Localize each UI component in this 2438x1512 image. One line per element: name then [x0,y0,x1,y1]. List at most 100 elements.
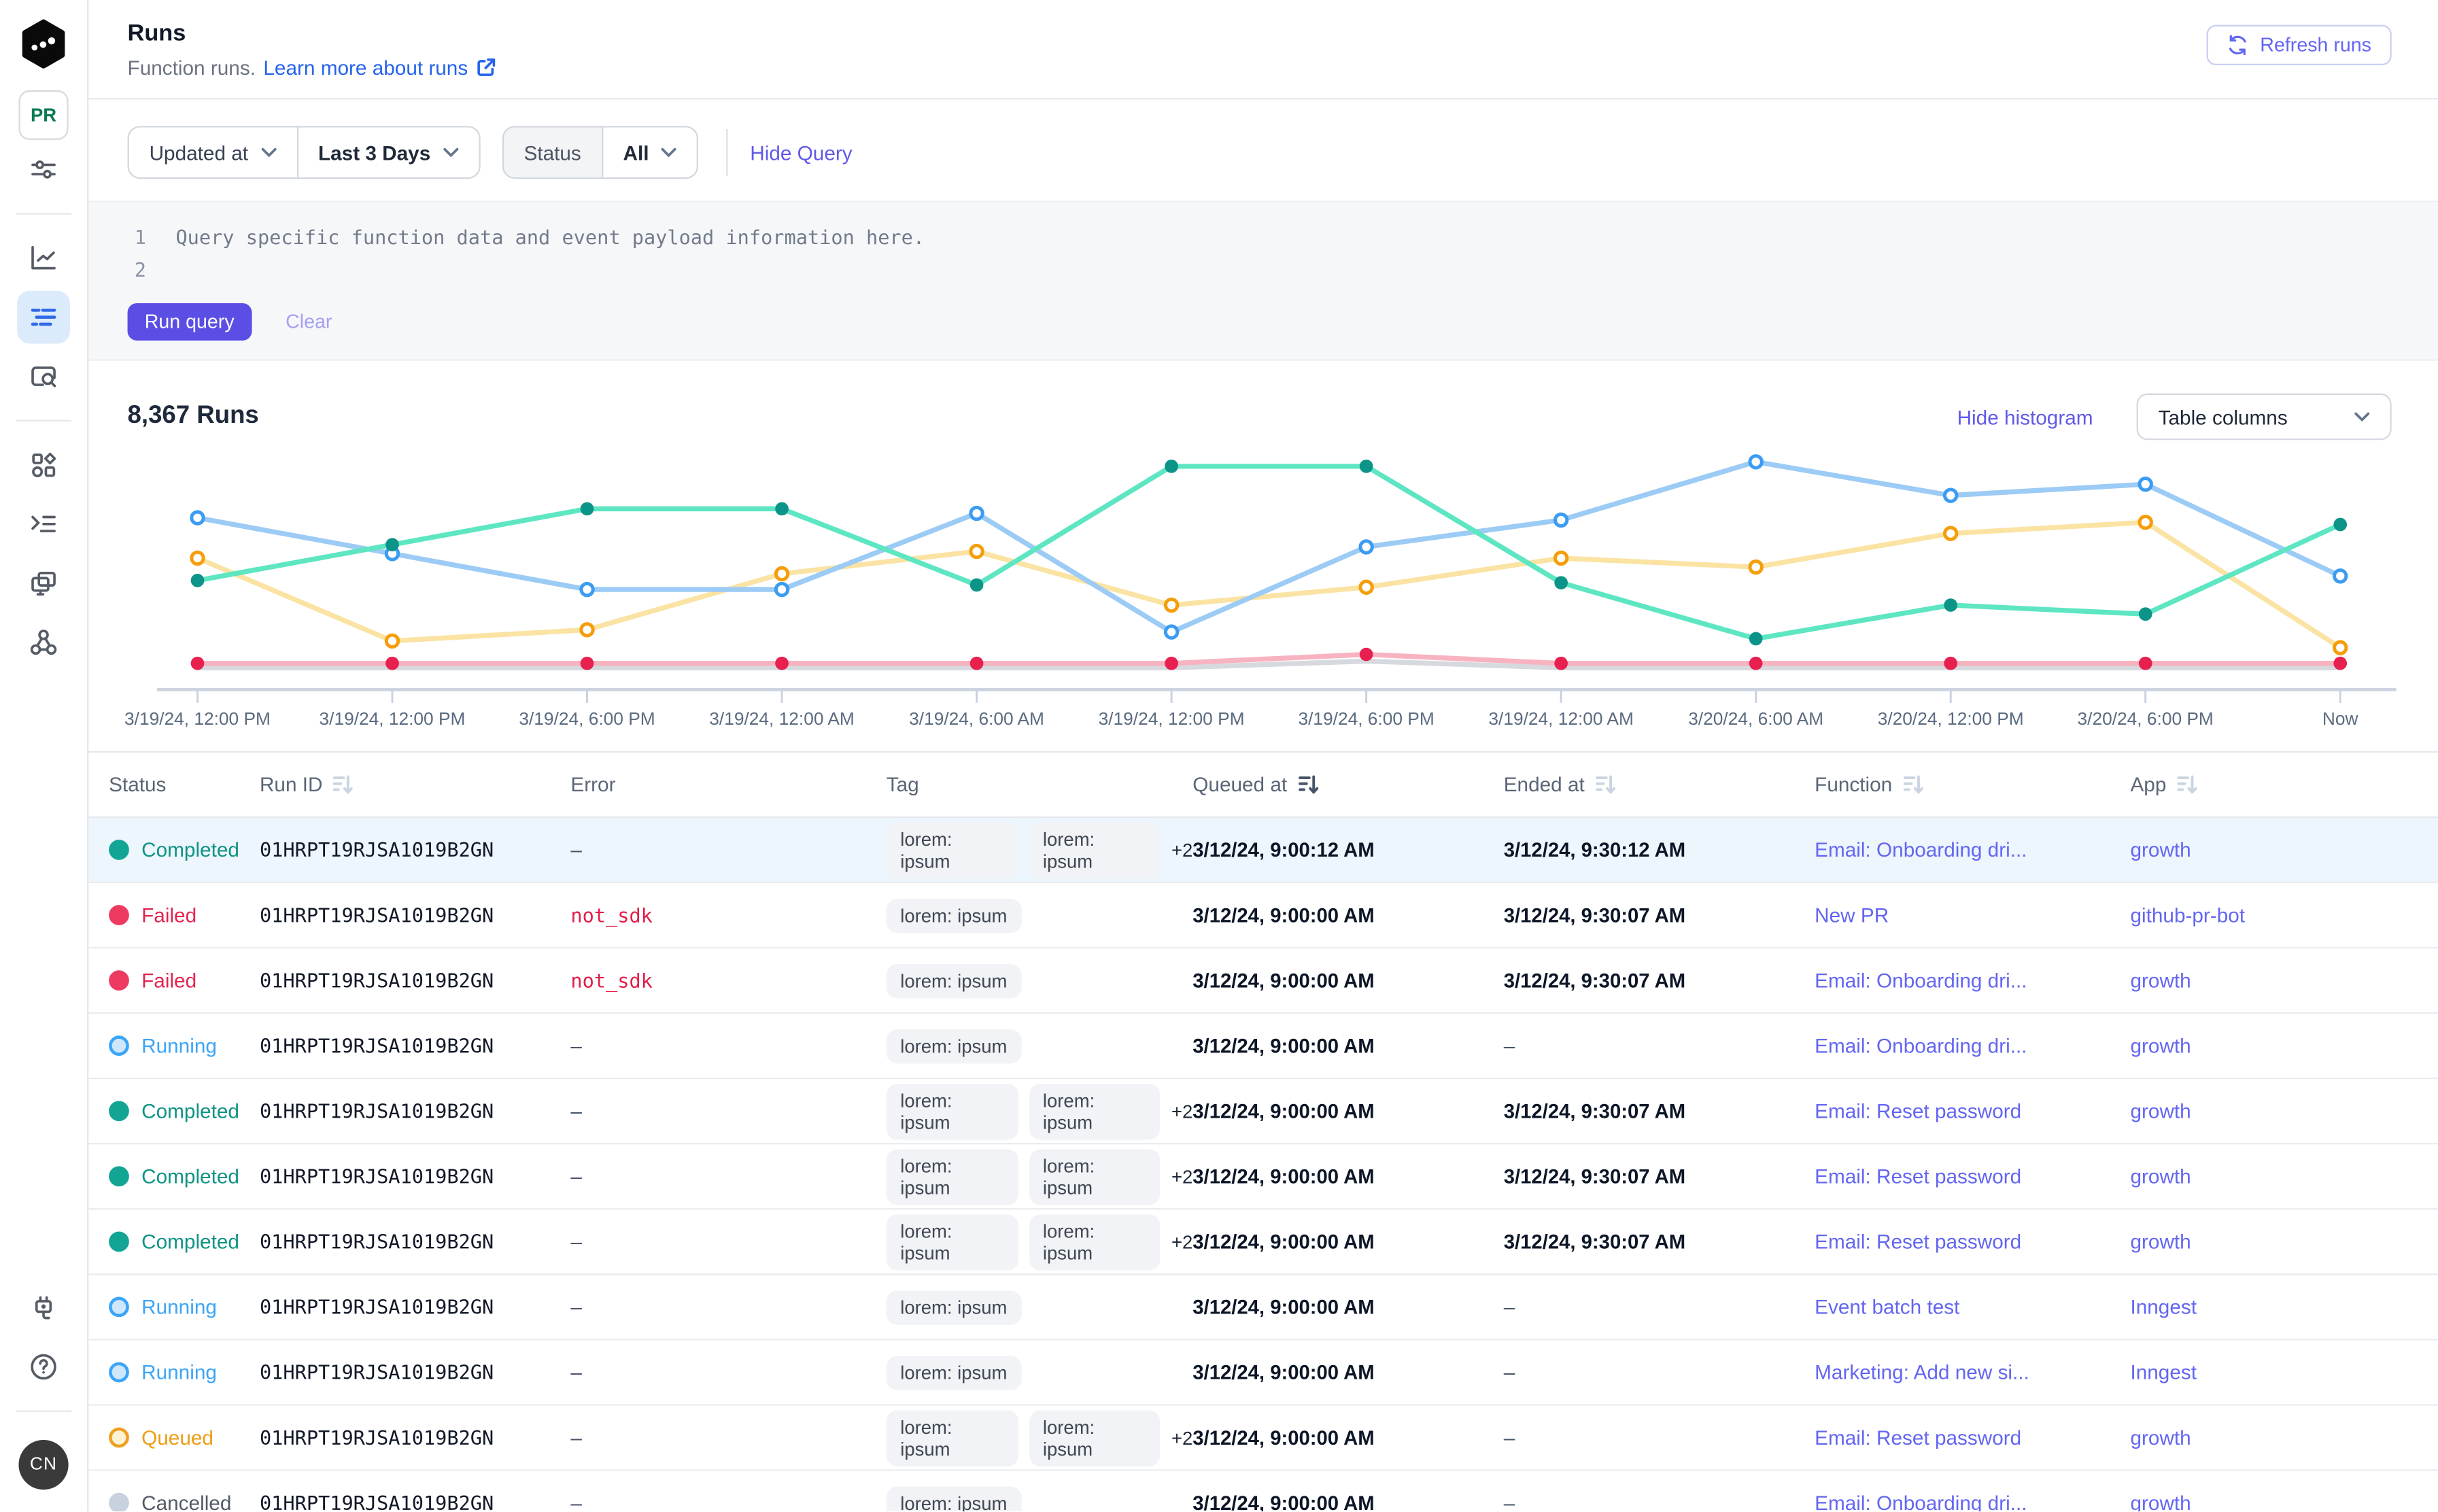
data-point-failed[interactable] [1554,657,1568,670]
column-header-ended-at[interactable]: Ended at [1504,773,1815,796]
data-point-failed[interactable] [2139,657,2152,670]
data-point-running[interactable] [1360,541,1372,553]
app-link[interactable]: growth [2130,838,2191,861]
sidebar-item-webhooks[interactable] [17,616,70,669]
data-point-failed[interactable] [1165,657,1178,670]
data-point-running[interactable] [2335,570,2346,582]
app-link[interactable]: github-pr-bot [2130,904,2245,927]
function-link[interactable]: Email: Reset password [1815,1426,2021,1449]
data-point-queued[interactable] [581,624,593,636]
data-point-completed[interactable] [1554,576,1568,589]
workspace-avatar[interactable]: PR [18,90,68,140]
learn-more-link[interactable]: Learn more about runs [263,56,496,79]
query-editor[interactable]: 1 Query specific function data and event… [88,201,2438,361]
time-range-dropdown[interactable]: Last 3 Days [296,128,479,177]
table-row[interactable]: Completed 01HRPT19RJSA1019B2GN – lorem: … [88,1079,2438,1144]
data-point-running[interactable] [1750,456,1762,468]
table-row[interactable]: Completed 01HRPT19RJSA1019B2GN – lorem: … [88,1144,2438,1209]
status-filter-dropdown[interactable]: All [603,128,698,177]
data-point-queued[interactable] [971,545,982,557]
hide-query-link[interactable]: Hide Query [750,141,852,164]
table-row[interactable]: Completed 01HRPT19RJSA1019B2GN – lorem: … [88,1209,2438,1275]
table-row[interactable]: Running 01HRPT19RJSA1019B2GN – lorem: ip… [88,1014,2438,1079]
sidebar-item-functions[interactable] [17,557,70,610]
hide-histogram-link[interactable]: Hide histogram [1957,405,2093,428]
data-point-queued[interactable] [1944,528,1956,539]
time-field-dropdown[interactable]: Updated at [129,128,296,177]
data-point-failed[interactable] [2333,657,2347,670]
data-point-completed[interactable] [581,502,594,516]
user-avatar[interactable]: CN [18,1440,68,1490]
app-link[interactable]: growth [2130,1034,2191,1057]
data-point-running[interactable] [192,512,203,523]
env-filter-icon[interactable] [17,143,70,196]
data-point-failed[interactable] [191,657,205,670]
data-point-running[interactable] [1165,626,1177,638]
table-row[interactable]: Completed 01HRPT19RJSA1019B2GN – lorem: … [88,818,2438,883]
function-link[interactable]: Event batch test [1815,1295,1959,1318]
table-row[interactable]: Failed 01HRPT19RJSA1019B2GN not_sdk lore… [88,883,2438,948]
table-row[interactable]: Running 01HRPT19RJSA1019B2GN – lorem: ip… [88,1275,2438,1341]
data-point-queued[interactable] [2140,517,2151,528]
data-point-running[interactable] [581,583,593,595]
app-link[interactable]: growth [2130,969,2191,992]
function-link[interactable]: Marketing: Add new si... [1815,1360,2029,1384]
sidebar-item-event-search[interactable] [17,350,70,403]
data-point-failed[interactable] [970,657,984,670]
data-point-completed[interactable] [1749,632,1763,646]
data-point-failed[interactable] [1749,657,1763,670]
column-header-queued-at[interactable]: Queued at [1192,773,1503,796]
data-point-running[interactable] [2140,479,2151,490]
refresh-runs-button[interactable]: Refresh runs [2208,25,2392,65]
data-point-running[interactable] [1555,514,1566,526]
data-point-completed[interactable] [1165,460,1178,473]
sidebar-item-runs[interactable] [17,291,70,344]
data-point-queued[interactable] [776,568,787,579]
data-point-queued[interactable] [192,552,203,564]
app-link[interactable]: growth [2130,1426,2191,1449]
data-point-completed[interactable] [2333,518,2347,532]
data-point-queued[interactable] [1555,552,1566,564]
function-link[interactable]: Email: Reset password [1815,1230,2021,1253]
column-header-app[interactable]: App [2130,773,2438,796]
inngest-logo-icon[interactable] [18,18,68,69]
column-header-function[interactable]: Function [1815,773,2130,796]
data-point-failed[interactable] [1360,648,1373,662]
app-link[interactable]: growth [2130,1099,2191,1122]
table-row[interactable]: Running 01HRPT19RJSA1019B2GN – lorem: ip… [88,1341,2438,1406]
run-query-button[interactable]: Run query [128,303,252,341]
data-point-failed[interactable] [385,657,399,670]
app-link[interactable]: growth [2130,1165,2191,1188]
data-point-queued[interactable] [1750,561,1762,572]
data-point-failed[interactable] [775,657,789,670]
table-columns-dropdown[interactable]: Table columns [2137,394,2392,441]
help-icon-button[interactable] [17,1341,70,1394]
data-point-running[interactable] [776,583,787,595]
app-link[interactable]: growth [2130,1230,2191,1253]
data-point-failed[interactable] [1944,657,1957,670]
data-point-completed[interactable] [385,538,399,551]
data-point-running[interactable] [1944,489,1956,501]
app-link[interactable]: Inngest [2130,1295,2197,1318]
data-point-completed[interactable] [775,502,789,516]
data-point-completed[interactable] [970,579,984,592]
function-link[interactable]: Email: Reset password [1815,1165,2021,1188]
table-row[interactable]: Failed 01HRPT19RJSA1019B2GN not_sdk lore… [88,948,2438,1014]
column-header-run-id[interactable]: Run ID [260,773,570,796]
data-point-queued[interactable] [1165,599,1177,611]
app-link[interactable]: growth [2130,1491,2191,1511]
function-link[interactable]: Email: Onboarding dri... [1815,838,2027,861]
data-point-queued[interactable] [386,635,398,647]
data-point-running[interactable] [971,507,982,519]
sidebar-item-metrics[interactable] [17,232,70,285]
app-link[interactable]: Inngest [2130,1360,2197,1384]
function-link[interactable]: Email: Onboarding dri... [1815,1034,2027,1057]
data-point-completed[interactable] [191,574,205,587]
data-point-completed[interactable] [1360,460,1373,473]
data-point-failed[interactable] [581,657,594,670]
function-link[interactable]: Email: Onboarding dri... [1815,1491,2027,1511]
dev-server-icon-button[interactable] [17,1282,70,1335]
sidebar-item-events[interactable] [17,498,70,551]
data-point-completed[interactable] [2139,607,2152,621]
function-link[interactable]: Email: Reset password [1815,1099,2021,1122]
